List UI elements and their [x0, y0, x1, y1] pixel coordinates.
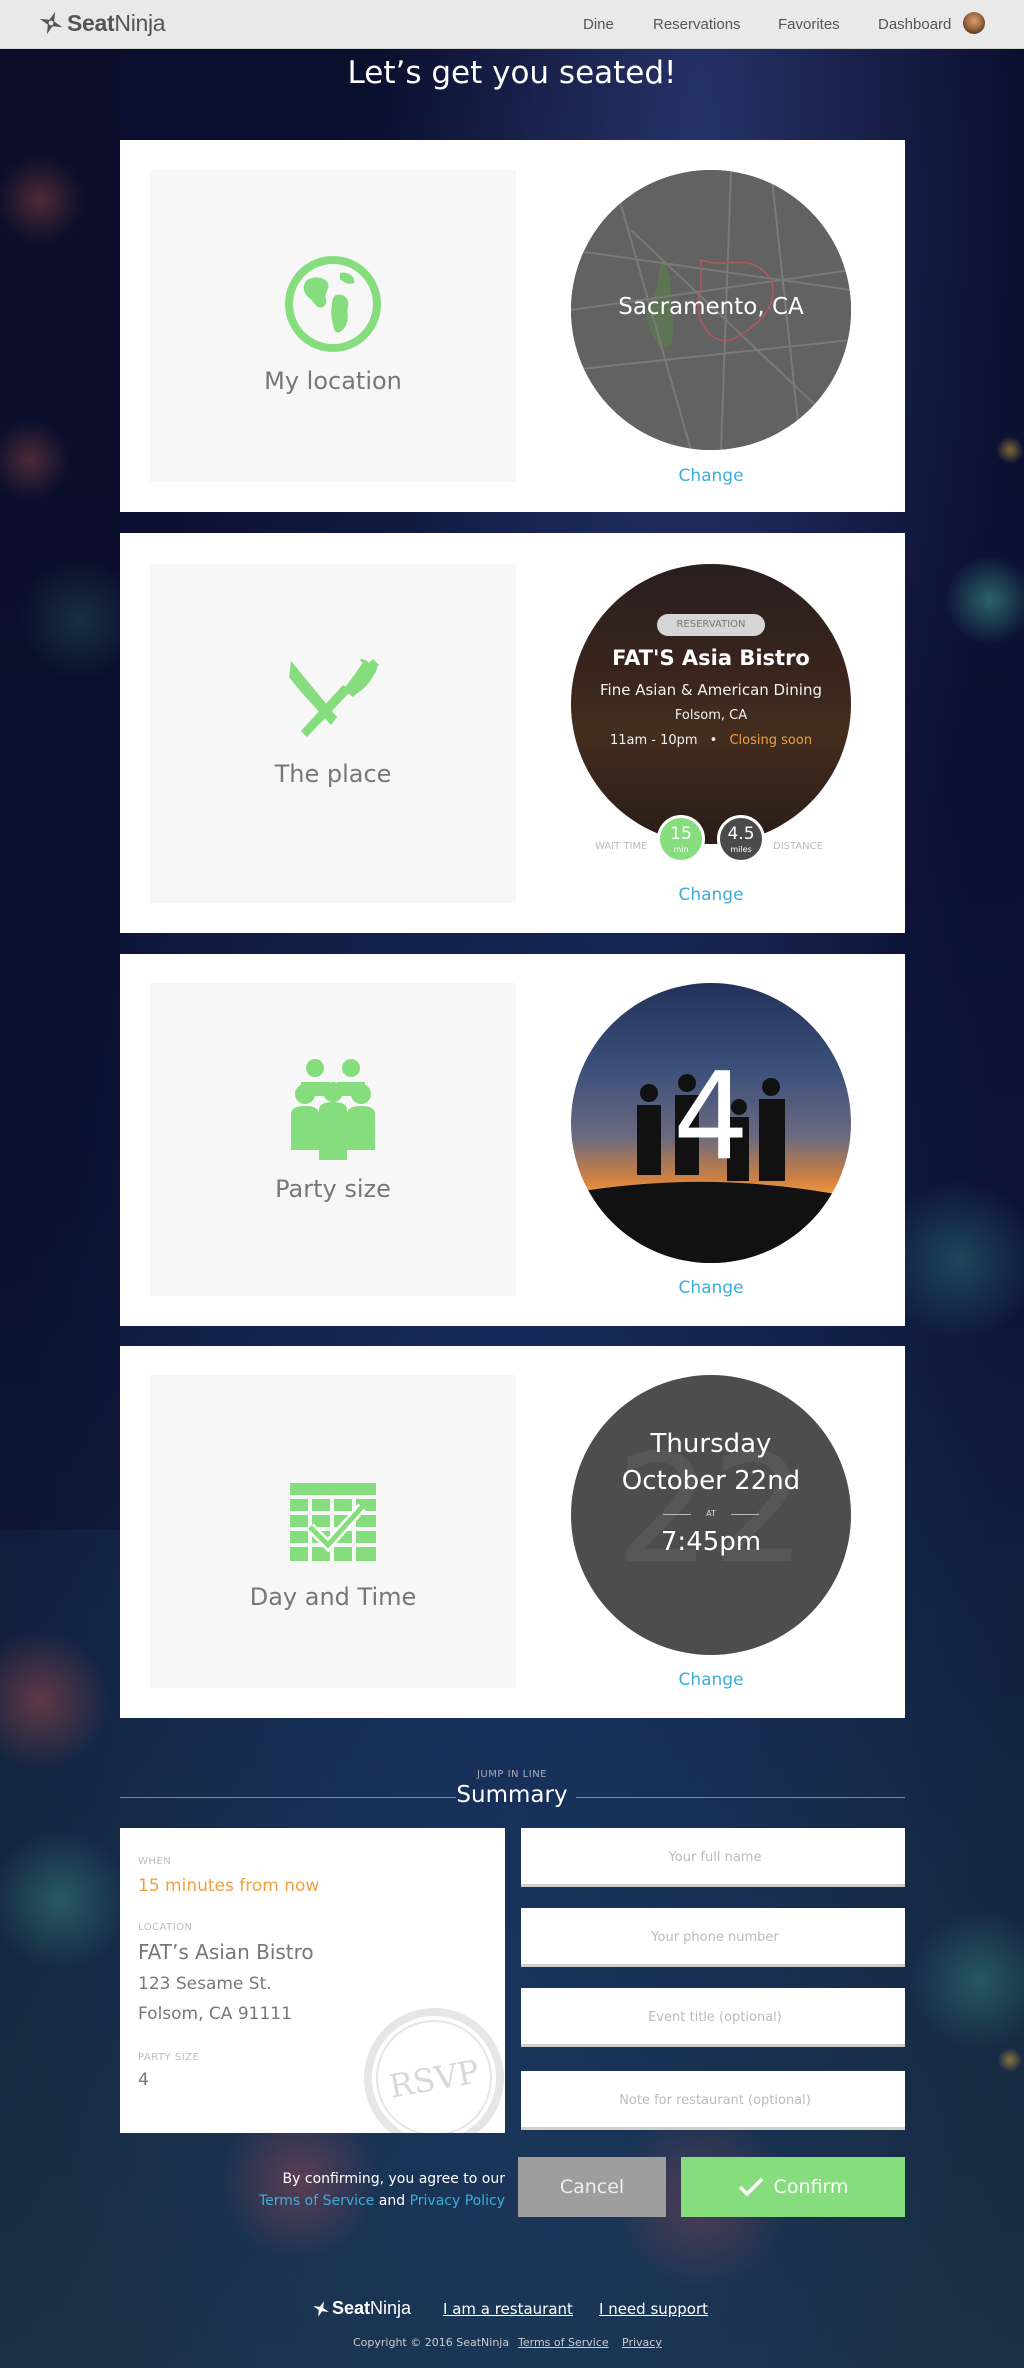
restaurant-note-input[interactable]: [521, 2071, 909, 2129]
when-value: 15 minutes from now: [138, 1876, 320, 1896]
address-line-2: Folsom, CA 91111: [138, 2004, 292, 2024]
confirm-button[interactable]: Confirm: [681, 2157, 905, 2217]
at-divider-right: [731, 1514, 759, 1515]
change-location-link[interactable]: Change: [571, 466, 851, 486]
globe-icon: [285, 256, 381, 352]
datetime-step-card: Day and Time 22 Thursday October 22nd AT…: [120, 1346, 905, 1718]
party-option-panel[interactable]: Party size: [150, 983, 516, 1296]
location-step-card: My location Sacramento, CA Change: [120, 140, 905, 512]
when-label: WHEN: [138, 1856, 172, 1867]
wait-time-badge: 15 min: [657, 815, 705, 863]
party-label: Party size: [275, 1175, 391, 1203]
full-name-input[interactable]: [521, 1828, 909, 1886]
at-label: AT: [706, 1509, 716, 1518]
calendar-check-icon: [290, 1483, 376, 1561]
background-shade: [0, 50, 120, 1530]
footer-terms-link[interactable]: Terms of Service: [518, 2336, 609, 2349]
party-size-value: 4: [672, 1048, 750, 1187]
agreement-links: Terms of Service and Privacy Policy: [200, 2190, 505, 2212]
nav-dine[interactable]: Dine: [583, 0, 614, 48]
wait-time-label: WAIT TIME: [595, 841, 648, 852]
fork-knife-icon: [289, 659, 379, 737]
party-photo-circle[interactable]: 4: [571, 983, 851, 1263]
change-party-link[interactable]: Change: [571, 1278, 851, 1298]
location-map-circle[interactable]: Sacramento, CA: [571, 170, 851, 450]
copyright: Copyright © 2016 SeatNinja: [353, 2336, 510, 2349]
party-step-card: Party size 4 Change: [120, 954, 905, 1326]
restaurant-hours-row: 11am - 10pm • Closing soon: [571, 733, 851, 748]
distance-label: DISTANCE: [773, 841, 823, 852]
place-label: The place: [274, 760, 392, 788]
restaurant-link[interactable]: I am a restaurant: [443, 2300, 573, 2318]
location-summary-name: FAT’s Asian Bistro: [138, 1940, 314, 1964]
avatar[interactable]: [963, 12, 985, 34]
agreement-text: By confirming, you agree to our Terms of…: [200, 2168, 505, 2212]
terms-link[interactable]: Terms of Service: [259, 2193, 374, 2209]
cancel-button[interactable]: Cancel: [518, 2157, 666, 2217]
restaurant-hours: 11am - 10pm: [609, 733, 698, 748]
summary-card: WHEN 15 minutes from now LOCATION FAT’s …: [120, 1828, 505, 2133]
party-summary-label: PARTY SIZE: [138, 2052, 200, 2063]
restaurant-note-field[interactable]: [521, 2071, 909, 2130]
datetime-label: Day and Time: [249, 1583, 417, 1611]
confirm-label: Confirm: [773, 2176, 849, 2198]
event-title-input[interactable]: [521, 1988, 909, 2046]
address-line-1: 123 Sesame St.: [138, 1974, 272, 1994]
place-step-card: The place RESERVATION FAT'S Asia Bistro …: [120, 533, 905, 933]
support-link[interactable]: I need support: [599, 2300, 708, 2318]
change-datetime-link[interactable]: Change: [571, 1670, 851, 1690]
datetime-circle[interactable]: 22 Thursday October 22nd AT 7:45pm: [571, 1375, 851, 1655]
location-label: My location: [264, 367, 402, 395]
logo-text: SeatNinja: [67, 9, 166, 36]
top-navbar: SeatNinja Dine Reservations Favorites Da…: [0, 0, 1024, 49]
nav-dashboard[interactable]: Dashboard: [878, 0, 951, 48]
summary-divider-right: [576, 1797, 905, 1798]
footer-logo[interactable]: SeatNinja: [312, 2298, 411, 2319]
location-value: Sacramento, CA: [618, 294, 804, 320]
rsvp-stamp: RSVP: [352, 1996, 505, 2133]
restaurant-city: Folsom, CA: [674, 708, 748, 723]
phone-field[interactable]: [521, 1908, 909, 1967]
checkmark-icon: [738, 2177, 763, 2197]
reservation-badge: RESERVATION: [657, 614, 765, 636]
page-title: Let’s get you seated!: [347, 55, 677, 91]
nav-reservations[interactable]: Reservations: [653, 0, 741, 48]
summary-kicker: JUMP IN LINE: [476, 1769, 548, 1780]
footer-logo-text: SeatNinja: [332, 2298, 412, 2318]
logo[interactable]: SeatNinja: [38, 8, 166, 38]
ninja-star-icon: [39, 11, 63, 35]
day-value: Thursday: [650, 1429, 772, 1459]
time-value: 7:45pm: [660, 1527, 762, 1557]
ninja-star-icon: [313, 2300, 329, 2317]
full-name-field[interactable]: [521, 1828, 909, 1887]
distance-badge: 4.5 miles: [717, 815, 765, 863]
agreement-line: By confirming, you agree to our: [282, 2171, 505, 2187]
location-summary-label: LOCATION: [138, 1922, 193, 1933]
place-option-panel[interactable]: The place: [150, 564, 516, 903]
restaurant-name: FAT'S Asia Bistro: [612, 646, 810, 670]
people-group-icon: [291, 1059, 375, 1160]
party-summary-value: 4: [138, 2070, 149, 2090]
place-photo-circle[interactable]: RESERVATION FAT'S Asia Bistro Fine Asian…: [571, 564, 851, 844]
phone-input[interactable]: [521, 1908, 909, 1966]
footer-privacy-link[interactable]: Privacy: [622, 2336, 662, 2349]
restaurant-cuisine: Fine Asian & American Dining: [600, 681, 822, 699]
agreement-and: and: [378, 2193, 406, 2209]
nav-favorites[interactable]: Favorites: [778, 0, 840, 48]
restaurant-status: Closing soon: [729, 733, 813, 748]
privacy-link[interactable]: Privacy Policy: [410, 2193, 505, 2209]
event-title-field[interactable]: [521, 1988, 909, 2047]
location-option-panel[interactable]: My location: [150, 170, 516, 482]
hours-separator: •: [709, 733, 718, 748]
summary-title: Summary: [456, 1782, 568, 1808]
change-place-link[interactable]: Change: [571, 885, 851, 905]
date-value: October 22nd: [621, 1466, 801, 1496]
datetime-option-panel[interactable]: Day and Time: [150, 1375, 516, 1688]
